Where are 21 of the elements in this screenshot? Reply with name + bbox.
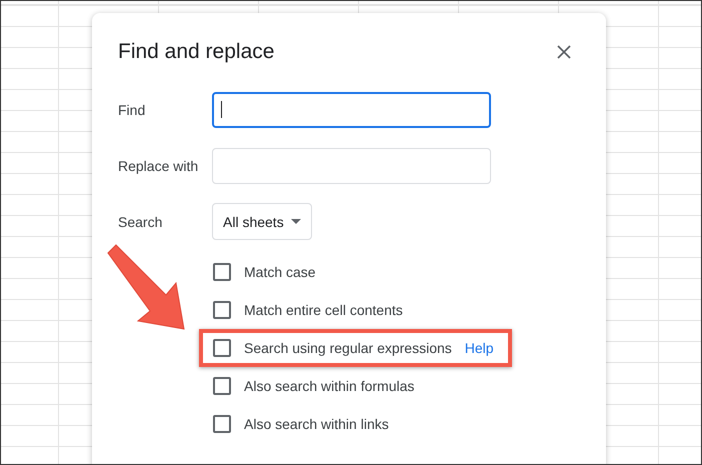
checkbox[interactable] — [213, 301, 231, 319]
dropdown-caret-icon — [290, 219, 301, 224]
option-label: Match entire cell contents — [244, 302, 403, 318]
field-label: Search — [118, 214, 164, 230]
option-label: Also search within links — [244, 416, 389, 432]
option-label: Search using regular expressions — [244, 340, 452, 356]
close-icon[interactable] — [557, 45, 571, 59]
checkbox[interactable] — [213, 415, 231, 433]
option-label: Also search within formulas — [244, 378, 414, 394]
field-label: Find — [118, 102, 146, 118]
checkbox[interactable] — [213, 263, 231, 281]
search-dropdown[interactable]: All sheets — [212, 203, 312, 240]
field-label: Replace with — [118, 158, 200, 174]
text-cursor — [221, 101, 222, 118]
dialog-title: Find and replace — [118, 40, 274, 64]
checkbox[interactable] — [213, 339, 231, 357]
checkbox[interactable] — [213, 377, 231, 395]
help-link[interactable]: Help — [464, 340, 494, 356]
option-label: Match case — [244, 264, 316, 280]
replace-field[interactable] — [212, 148, 491, 184]
find-field[interactable] — [212, 92, 491, 128]
